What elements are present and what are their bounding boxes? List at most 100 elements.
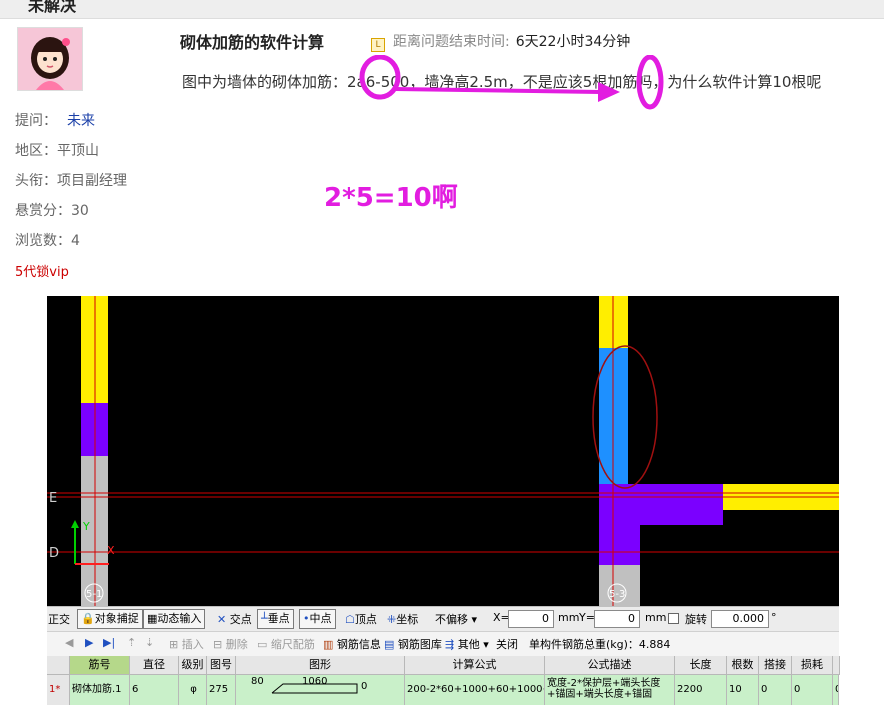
rotate-label: 旋转 (685, 613, 707, 626)
col-header[interactable]: 图号 (207, 656, 236, 675)
intersect-snap[interactable]: ✕ 交点 (217, 611, 252, 627)
rebar-info-icon: ▥ (323, 638, 334, 651)
row-index[interactable]: 1* (47, 675, 70, 705)
delete-button[interactable]: ⊟ 删除 (213, 636, 248, 652)
cell-grade[interactable]: φ (179, 675, 207, 705)
asker-views: 浏览数：4 (15, 233, 80, 249)
offset-select[interactable]: 不偏移 ▾ (435, 611, 477, 627)
close-label: 关闭 (496, 638, 518, 651)
node-label-right: 5-3 (609, 589, 625, 600)
annotation-arrow-head (598, 82, 620, 102)
scale-rebar-button[interactable]: ▭ 缩尺配筋 (257, 636, 315, 652)
col-header[interactable]: 筋号 (70, 656, 130, 675)
status-bar: 未解决 (0, 0, 884, 19)
col-header[interactable]: 根数 (727, 656, 759, 675)
shape-right-value: 0 (361, 681, 368, 692)
object-snap-label: 对象捕捉 (94, 612, 139, 625)
cell-length[interactable]: 2200 (675, 675, 727, 705)
dynamic-input-button[interactable]: ▦动态输入 (143, 609, 206, 629)
rotate-checkbox[interactable] (668, 613, 679, 624)
rebar-info-button[interactable]: ▥ 钢筋信息 (323, 636, 381, 652)
vertex-snap[interactable]: ☖顶点 (345, 611, 377, 627)
col-header[interactable]: 级别 (179, 656, 207, 675)
cell-name[interactable]: 砌体加筋.1 (70, 675, 130, 705)
rebar-info-label: 钢筋信息 (336, 638, 381, 651)
col-header[interactable]: 公式描述 (545, 656, 675, 675)
move-down-icon[interactable]: ⇣ (145, 636, 154, 649)
insert-label: 插入 (181, 638, 204, 651)
intersect-label: 交点 (229, 613, 252, 626)
svg-text:X: X (107, 544, 115, 557)
clock-icon: L (371, 38, 385, 52)
cell-figure-no[interactable]: 275 (207, 675, 236, 705)
insert-button[interactable]: ⊞ 插入 (169, 636, 204, 652)
cell-diameter[interactable]: 6 (130, 675, 179, 705)
rebar-table: 筋号 直径(mm) 级别 图号 图形 计算公式 公式描述 长度(mm) 根数 搭… (47, 656, 840, 708)
axis-label-d: D (49, 546, 59, 561)
annotation-circle-left (359, 55, 401, 100)
svg-text:Y: Y (82, 520, 90, 533)
col-header[interactable]: 直径(mm) (130, 656, 179, 689)
y-label: Y= (579, 611, 595, 624)
annotation-text: 2*5=10啊 (324, 183, 458, 213)
cell-count[interactable]: 10 (727, 675, 759, 705)
asker-name-link[interactable]: 未来 (67, 113, 95, 129)
other-icon: ⇶ (445, 638, 455, 651)
x-input[interactable]: 0 (508, 610, 554, 628)
y-unit: mm (645, 611, 667, 624)
cell-lap[interactable]: 0 (759, 675, 792, 705)
first-record-icon[interactable]: ◀ (65, 636, 73, 649)
vertex-label: 顶点 (354, 613, 377, 626)
col-header[interactable]: 搭接 (759, 656, 792, 675)
avatar-girl-icon (18, 28, 82, 90)
annotation-overlay (359, 55, 664, 110)
avatar[interactable] (17, 27, 83, 91)
cad-canvas[interactable]: E D Y X 5-1 5-3 (47, 296, 839, 606)
close-button[interactable]: 关闭 (496, 636, 518, 652)
rebar-library-icon: ▤ (384, 638, 395, 651)
vertex-icon: ☖ (345, 613, 355, 626)
intersect-icon: ✕ (217, 613, 227, 626)
perpendicular-snap[interactable]: ┴垂点 (257, 609, 294, 629)
object-snap-button[interactable]: 🔒对象捕捉 (77, 609, 143, 629)
deadline: L 距离问题结束时间: 6天22小时34分钟 (371, 31, 630, 52)
asker-region: 地区：平顶山 (15, 143, 99, 159)
x-unit: mm (558, 611, 580, 624)
move-up-icon[interactable]: ⇡ (127, 636, 136, 649)
scale-rebar-label: 缩尺配筋 (270, 638, 315, 651)
cell-formula[interactable]: 200-2*60+1000+60+1000+60 (405, 675, 545, 705)
cell-shape[interactable]: 80 1060 0 (236, 675, 405, 705)
rebar-library-label: 钢筋图库 (397, 638, 442, 651)
right-rebar-zone-h (599, 484, 723, 525)
midpoint-snap[interactable]: •中点 (299, 609, 336, 629)
col-header[interactable]: 长度(mm) (675, 656, 727, 689)
cell-loss[interactable]: 0 (792, 675, 833, 705)
ortho-label: 正交 (48, 613, 70, 626)
delete-label: 删除 (225, 638, 248, 651)
next-record-icon[interactable]: ▶ (85, 636, 93, 649)
cell-description[interactable]: 宽度-2*保护层+端头长度+锚固+端头长度+锚固 (545, 675, 675, 705)
perpendicular-icon: ┴ (261, 612, 268, 625)
rebar-library-button[interactable]: ▤ 钢筋图库 (384, 636, 442, 652)
col-header[interactable]: 计算公式 (405, 656, 545, 675)
rotate-input[interactable]: 0.000 (711, 610, 769, 628)
col-header[interactable]: 损耗(%) (792, 656, 833, 689)
ortho-toggle[interactable]: 正交 (48, 611, 70, 627)
axis-label-e: E (49, 491, 57, 506)
dynamic-input-icon: ▦ (147, 612, 158, 625)
deadline-value: 6天22小时34分钟 (515, 34, 631, 50)
asker-vip-badge: 5代锁vip (15, 265, 69, 280)
col-header[interactable]: 图形 (236, 656, 405, 675)
asker-title: 头衔：项目副经理 (15, 173, 127, 189)
table-corner (47, 656, 70, 675)
y-input[interactable]: 0 (594, 610, 640, 628)
ask-label: 提问： (15, 113, 57, 129)
last-record-icon[interactable]: ▶| (103, 636, 115, 649)
dynamic-input-label: 动态输入 (157, 612, 202, 625)
coordinate-snap[interactable]: ⁜坐标 (387, 611, 418, 627)
drawing-toolbar: 正交 🔒对象捕捉 ▦动态输入 ✕ 交点 ┴垂点 •中点 ☖顶点 ⁜坐标 不偏移 … (47, 606, 839, 631)
other-menu[interactable]: ⇶ 其他 ▾ (445, 636, 489, 652)
other-label: 其他 (457, 638, 480, 651)
cell-extra[interactable]: 0 (833, 675, 839, 705)
deadline-label: 距离问题结束时间: (393, 34, 510, 50)
